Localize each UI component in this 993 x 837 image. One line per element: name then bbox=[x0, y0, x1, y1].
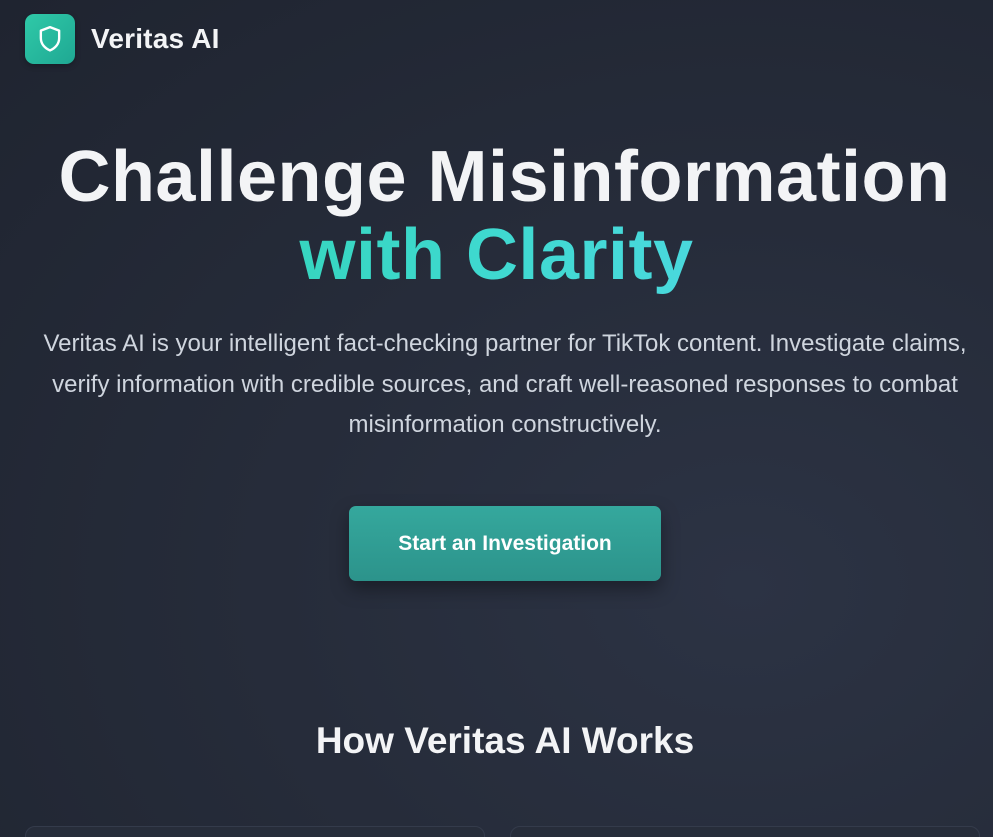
shield-icon bbox=[39, 25, 61, 52]
site-header: Veritas AI bbox=[25, 14, 220, 64]
brand-name[interactable]: Veritas AI bbox=[91, 23, 220, 55]
logo[interactable] bbox=[25, 14, 75, 64]
hero-description: Veritas AI is your intelligent fact-chec… bbox=[43, 330, 967, 438]
feature-card bbox=[25, 826, 485, 837]
how-it-works-title: How Veritas AI Works bbox=[315, 720, 695, 761]
feature-card bbox=[510, 826, 980, 837]
hero-title-line1: Challenge Misinformation bbox=[58, 137, 951, 217]
hero-title-highlight: with Clarity bbox=[0, 216, 993, 294]
start-investigation-button[interactable]: Start an Investigation bbox=[349, 506, 661, 581]
hero-title: Challenge Misinformation with Clarity bbox=[0, 138, 993, 294]
